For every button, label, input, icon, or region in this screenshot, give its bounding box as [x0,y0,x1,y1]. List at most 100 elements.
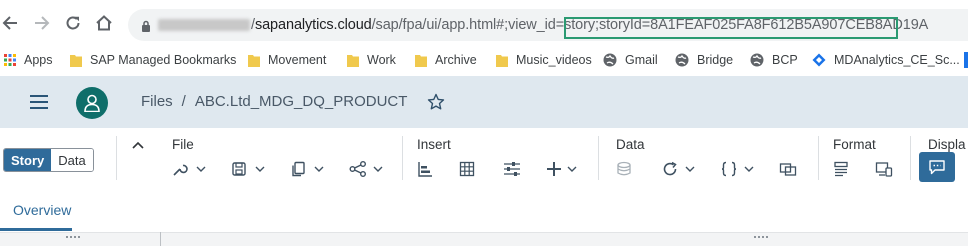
refresh-menu-button[interactable] [662,160,696,178]
bookmark-label: SAP Managed Bookmarks [90,53,237,67]
forward-arrow-icon[interactable] [32,13,52,33]
toolbar-divider [598,136,599,180]
bar-chart-icon [418,162,432,177]
breadcrumb-story-title: ABC.Ltd_MDG_DQ_PRODUCT [194,93,408,110]
toolbar-divider [818,136,819,180]
bookmark-archive[interactable]: Archive [415,51,477,69]
bookmark-overflow-edge [964,52,968,68]
bookmark-label: Apps [24,53,53,67]
globe-icon [603,53,617,67]
bookmark-music-videos[interactable]: Music_videos [496,51,592,69]
insert-chart-button[interactable] [417,160,433,178]
database-icon [617,161,631,176]
device-preview-button[interactable] [875,160,893,178]
globe-icon [675,53,689,67]
wrench-icon [173,164,188,176]
save-menu-button[interactable] [231,160,266,178]
chevron-down-icon [373,166,383,172]
avatar[interactable] [76,87,108,119]
insert-input-control-button[interactable] [503,160,521,178]
table-icon [459,161,475,177]
resize-grip[interactable] [754,236,768,240]
toolbar-divider [402,136,403,180]
data-source-button[interactable] [616,160,634,178]
sap-shell-bar: Files / ABC.Ltd_MDG_DQ_PRODUCT [0,76,968,128]
curly-braces-icon [721,161,737,177]
breadcrumb-separator: / [181,93,186,110]
insert-group-label: Insert [417,137,451,152]
insert-add-menu-button[interactable] [546,160,578,178]
layout-icon [834,161,848,177]
globe-icon [750,53,764,67]
display-group-label: Displa [928,137,966,152]
bookmark-movement[interactable]: Movement [248,51,326,69]
bookmark-mdanalytics[interactable]: MDAnalytics_CE_Sc... [812,51,960,69]
format-layout-button[interactable] [833,160,849,178]
toolbar-divider [910,136,911,180]
story-toolbar: Story Data File Insert Data Format Displ… [0,128,968,188]
bookmark-label: Music_videos [516,53,592,67]
chevron-down-icon [685,166,695,172]
tools-menu-button[interactable] [172,160,207,178]
collapse-toolbar-chevron-icon[interactable] [131,137,145,155]
lock-icon [141,19,151,37]
url-prefix: /sapanalytics.cloud/sap/fpa/ui/app.html#… [251,17,599,33]
diamond-icon [812,53,826,67]
comments-toggle-button[interactable] [919,152,955,182]
home-icon[interactable] [94,13,114,33]
chevron-down-icon [255,166,265,172]
apps-grid-icon [4,54,16,66]
mode-switch: Story Data [3,148,94,172]
sliders-icon [504,162,520,176]
data-group-label: Data [616,137,645,152]
bookmarks-bar: Apps SAP Managed Bookmarks Movement Work… [0,44,968,74]
bookmark-label: MDAnalytics_CE_Sc... [834,53,960,67]
format-group-label: Format [833,137,876,152]
copy-menu-button[interactable] [290,160,325,178]
bookmark-sap-managed[interactable]: SAP Managed Bookmarks [70,51,236,69]
bookmark-label: Gmail [625,53,658,67]
bookmark-bcp[interactable]: BCP [750,51,798,69]
share-menu-button[interactable] [349,160,384,178]
back-arrow-icon[interactable] [0,13,20,33]
folder-icon [70,55,82,67]
bookmark-work[interactable]: Work [347,51,396,69]
bookmark-label: BCP [772,53,798,67]
copy-icon [292,161,305,177]
url-host: sapanalytics.cloud [254,17,372,33]
breadcrumb-files[interactable]: Files [141,93,173,110]
browser-address-row: /sapanalytics.cloud/sap/fpa/ui/app.html#… [0,0,968,44]
menu-icon[interactable] [30,95,48,109]
resize-grip[interactable] [66,236,80,240]
refresh-icon [663,161,677,176]
chevron-down-icon [196,166,206,172]
panel-splitter[interactable] [160,232,161,246]
story-id-highlight-box [564,17,898,39]
chevron-down-icon [744,166,754,172]
chevron-down-icon [567,166,577,172]
data-mode-button[interactable]: Data [51,149,93,171]
bookmark-label: Bridge [697,53,734,67]
bookmark-label: Movement [268,53,327,67]
redacted-url-part [158,19,250,31]
bookmark-apps[interactable]: Apps [4,51,53,69]
story-canvas [0,232,968,246]
formula-menu-button[interactable] [720,160,755,178]
tab-overview[interactable]: Overview [13,202,71,218]
user-icon [84,94,100,112]
folder-icon [496,55,508,67]
reload-icon[interactable] [63,13,83,33]
save-icon [232,162,246,176]
folder-icon [347,55,359,67]
bookmark-label: Archive [435,53,477,67]
plus-icon [547,162,561,176]
favorite-star-icon[interactable] [427,93,445,116]
story-mode-button[interactable]: Story [4,149,52,171]
chevron-down-icon [314,166,324,172]
bookmark-bridge[interactable]: Bridge [675,51,733,69]
linked-analysis-button[interactable] [779,160,797,178]
insert-table-button[interactable] [459,160,475,178]
toolbar-divider [116,136,117,180]
share-icon [349,161,366,177]
bookmark-gmail[interactable]: Gmail [603,51,658,69]
